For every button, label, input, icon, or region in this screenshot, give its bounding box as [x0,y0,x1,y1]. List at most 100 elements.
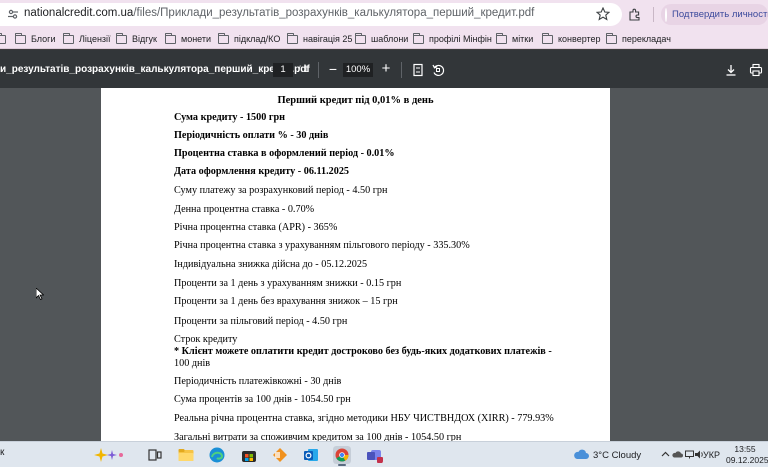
toolbar-divider [401,62,402,78]
address-bar-row: nationalcredit.com.ua/files/Приклади_рез… [0,0,768,29]
doc-line: Дата оформлення кредиту - 06.11.2025 [174,166,350,177]
folder-icon [355,32,366,44]
chrome-icon[interactable] [333,446,351,464]
zoom-level-input[interactable]: 100% [343,63,373,77]
url-text[interactable]: nationalcredit.com.ua/files/Приклади_рез… [24,7,534,19]
doc-line: Проценти за 1 день без врахування знижок… [174,296,398,307]
doc-line: Періодичність платежівкожні - 30 днів [174,376,342,387]
pdf-page: Перший кредит під 0,01% в день Сума кред… [101,88,610,441]
page-total: / 1 [298,64,309,75]
toolbar-divider [318,62,319,78]
folder-icon [413,32,424,44]
folder-icon [287,32,298,44]
bookmark-label: монети [181,34,212,44]
pdf-viewer[interactable]: Перший кредит під 0,01% в день Сума кред… [0,88,768,441]
bookmark-translator[interactable]: перекладач [606,32,671,46]
doc-line: Проценти за пільговий період - 4.50 грн [174,316,348,327]
doc-line: Реальна річна процентна ставка, згідно м… [174,413,554,424]
bookmark-label: шаблони [371,34,409,44]
document-title: Перший кредит під 0,01% в день [277,95,434,106]
folder-icon [496,32,507,44]
bookmark-label: профілі Мінфін [429,34,492,44]
taskbar-search[interactable]: к [0,447,4,458]
doc-line: Проценти за 1 день з урахуванням знижки … [174,278,402,289]
bookmark-label: Ліцензії [79,34,111,44]
rotate-icon[interactable] [431,63,445,77]
folder-icon [116,32,127,44]
onedrive-cloud-icon[interactable] [672,449,683,460]
mouse-cursor-icon [36,288,44,300]
early-repayment-note: * Клієнт можете оплатити кредит достроко… [174,346,552,357]
folder-icon [0,32,6,44]
folder-icon [218,32,229,44]
zoom-in-button[interactable]: + [379,61,393,76]
doc-line: Денна процентна ставка - 0.70% [174,204,315,215]
omnibox[interactable]: nationalcredit.com.ua/files/Приклади_рез… [0,3,622,26]
profile-button[interactable]: Подтвердить личность [661,4,768,25]
toolbar-divider [653,7,654,22]
url-path: /files/Приклади_результатів_розрахунків_… [133,7,535,19]
edge-icon[interactable] [208,446,226,464]
active-app-indicator [338,464,346,466]
bookmark-blogs[interactable]: Блоги [15,32,55,46]
doc-line: Індивідуальна знижка дійсна до - 05.12.2… [174,259,368,270]
pdf-toolbar: и_результатів_розрахунків_калькулятора_п… [0,50,768,88]
doc-line: Загальні витрати за споживчим кредитом з… [174,432,462,441]
chevron-up-icon[interactable] [660,449,671,460]
bookmark-templates[interactable]: шаблони [355,32,408,46]
profile-label: Подтвердить личность [672,9,768,20]
weather-cloud-icon[interactable] [573,448,589,460]
zoom-out-button[interactable]: − [326,62,340,77]
print-icon[interactable] [749,63,763,77]
doc-line: Річна процентна ставка з урахуванням піл… [174,240,470,251]
page-number-input[interactable]: 1 [273,63,293,77]
bookmark-review[interactable]: Відгук [116,32,157,46]
doc-line: Періодичність оплати % - 30 днів [174,130,329,141]
clock[interactable]: 13:55 09.12.2025 [726,444,768,466]
bookmark-minfin[interactable]: профілі Мінфін [413,32,492,46]
avatar [665,7,667,22]
bookmark-label: мітки [512,34,534,44]
copilot-sparkle-icon[interactable] [92,446,128,464]
term-label: Строк кредиту [174,334,238,345]
teams-icon[interactable] [365,446,383,464]
taskbar: к 3°C Cloudy УКР 13:55 09.12.2025 [0,441,768,467]
bookmark-label: перекладач [622,34,671,44]
clock-time: 13:55 [734,444,756,454]
extensions-icon[interactable] [628,8,641,21]
bookmark-podklad[interactable]: підклад/КО [218,32,280,46]
bookmark-tags[interactable]: мітки [496,32,533,46]
doc-line: Сума процентів за 100 днів - 1054.50 грн [174,394,351,405]
store-icon[interactable] [240,446,258,464]
bookmark-coins[interactable]: монети [165,32,211,46]
bookmark-star-icon[interactable] [596,7,610,21]
url-host: nationalcredit.com.ua [24,7,134,19]
bookmark-label: підклад/КО [234,34,281,44]
bookmark-label: навігація 25 [303,34,353,44]
bookmark-licenses[interactable]: Ліцензії [63,32,111,46]
doc-line: Сума кредиту - 1500 грн [174,112,286,123]
download-icon[interactable] [724,63,738,77]
folder-icon [542,32,553,44]
bookmark-label: конвертер [558,34,601,44]
powerpoint-icon[interactable] [271,446,289,464]
weather-text[interactable]: 3°C Cloudy [593,450,641,461]
outlook-icon[interactable] [302,446,320,464]
site-info-icon[interactable] [7,8,19,20]
term-value: 100 днів [174,358,211,369]
folder-icon [606,32,617,44]
bookmark-folder-partial[interactable] [0,32,11,46]
fit-page-icon[interactable] [411,63,425,77]
task-view-icon[interactable] [146,446,164,464]
input-language[interactable]: УКР [703,450,720,460]
bookmark-label: Блоги [31,34,56,44]
bookmark-navigation[interactable]: навігація 25 [287,32,352,46]
folder-icon [165,32,176,44]
file-explorer-icon[interactable] [177,446,195,464]
bookmark-label: Відгук [132,34,157,44]
folder-icon [15,32,26,44]
bookmarks-bar: Блоги Ліцензії Відгук монети підклад/КО … [0,29,768,49]
doc-line: Процентна ставка в оформлений період - 0… [174,148,395,159]
pdf-filename: и_результатів_розрахунків_калькулятора_п… [0,64,310,75]
bookmark-converter[interactable]: конвертер [542,32,601,46]
